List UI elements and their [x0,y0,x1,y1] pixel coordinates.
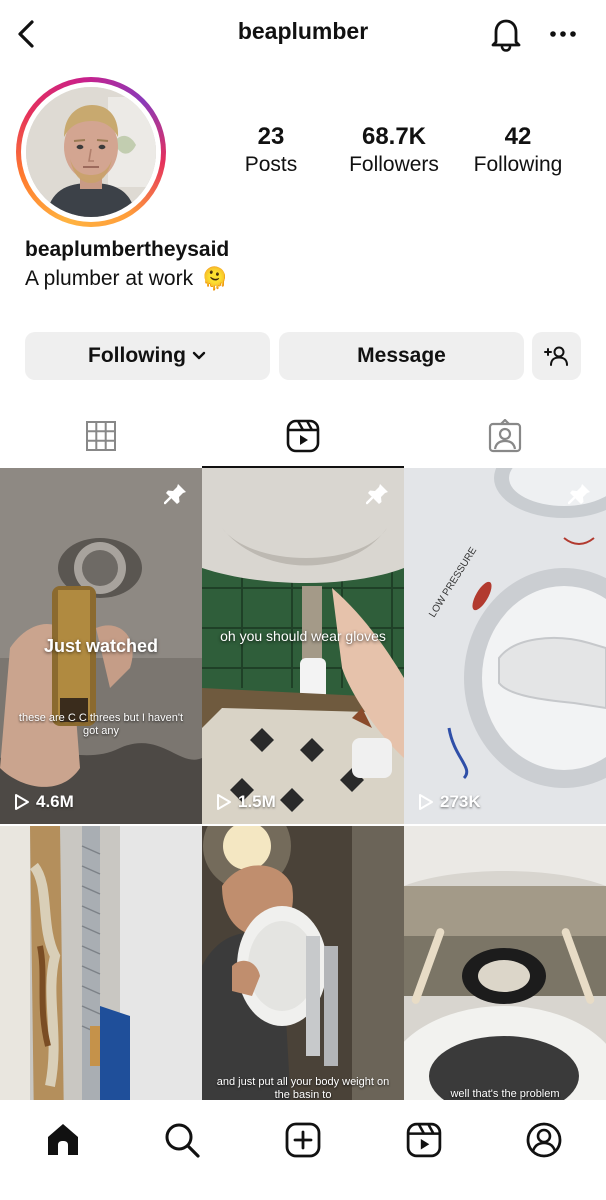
profile-tabs [0,404,606,468]
chevron-down-icon [192,351,206,360]
pin-icon [568,484,590,505]
story-ring[interactable] [16,77,166,227]
followers-count: 68.7K [361,123,427,150]
profile-icon [526,1122,562,1158]
reel-caption: these are C C threes but I haven't got a… [18,712,184,737]
top-bar: beaplumber [0,0,606,66]
nav-home[interactable] [33,1118,93,1162]
reel-views: 273K [418,792,481,812]
nav-create[interactable] [273,1118,333,1162]
followers-label: Followers [349,153,439,176]
bio-text: A plumber at work [25,267,194,290]
grid-icon [86,421,116,451]
stat-followers[interactable]: 68.7K Followers [329,124,459,180]
reel-overlay-text: Just watched [43,636,159,656]
stat-posts[interactable]: 23 Posts [206,124,336,180]
play-icon [15,794,29,810]
reel-caption: and just put all your body weight on the… [216,1076,390,1101]
reel-thumbnail[interactable]: oh you should wear gloves 1.5M [202,468,404,824]
more-options-button[interactable] [543,14,583,54]
tagged-icon [488,419,522,453]
reels-icon [406,1122,442,1158]
posts-label: Posts [244,153,298,176]
stat-following[interactable]: 42 Following [453,124,583,180]
add-user-button[interactable] [532,332,581,380]
nav-profile[interactable] [514,1118,574,1162]
posts-count: 23 [257,123,285,150]
reel-views: 1.5M [216,792,276,812]
reel-view-count: 1.5M [238,792,276,811]
reel-overlay-text: oh you should wear gloves [220,628,386,644]
bell-icon [491,19,521,52]
pin-icon [366,484,388,505]
profile-bio: A plumber at work 🫠 [25,266,228,292]
nav-search[interactable] [152,1118,212,1162]
reel-thumbnail[interactable]: Just watched these are C C threes but I … [0,468,202,824]
more-horizontal-icon [550,31,576,37]
following-button-label: Following [88,344,186,367]
tab-posts-grid[interactable] [0,404,202,468]
reel-thumbnail[interactable]: LOW PRESSURE 273K [404,468,606,824]
message-button[interactable]: Message [279,332,524,380]
pin-icon [164,484,186,505]
profile-name: beaplumbertheysaid [25,238,230,261]
play-icon [217,794,231,810]
notifications-button[interactable] [486,14,526,54]
add-person-icon [543,346,568,366]
reel-view-count: 273K [440,792,481,811]
melting-face-emoji: 🫠 [201,266,229,291]
following-label: Following [473,153,563,176]
reels-icon [286,419,320,453]
following-count: 42 [504,123,532,150]
reel-views: 4.6M [14,792,74,812]
tab-reels[interactable] [202,404,404,468]
avatar [26,87,156,217]
nav-reels[interactable] [394,1118,454,1162]
bottom-nav [0,1100,606,1200]
search-icon [165,1123,200,1158]
reel-view-count: 4.6M [36,792,74,811]
following-button[interactable]: Following [25,332,270,380]
create-icon [285,1122,321,1158]
tab-tagged[interactable] [404,404,606,468]
play-icon [419,794,433,810]
message-button-label: Message [357,344,446,367]
home-icon [48,1124,78,1155]
